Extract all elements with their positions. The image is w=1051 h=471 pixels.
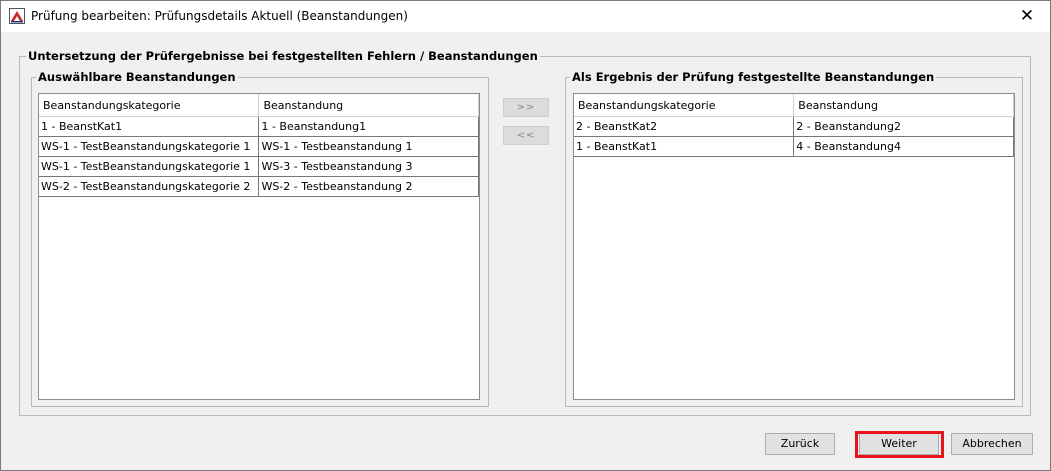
column-header-category[interactable]: Beanstandungskategorie (574, 94, 795, 117)
next-button-highlight (855, 431, 944, 458)
table-row[interactable]: WS-1 - TestBeanstandungskategorie 1 WS-1 … (39, 136, 479, 157)
table-row[interactable]: WS-2 - TestBeanstandungskategorie 2 WS-2 … (39, 176, 479, 197)
title-bar: Prüfung bearbeiten: Prüfungsdetails Aktu… (1, 1, 1050, 32)
cell-complaint[interactable]: 1 - Beanstandung1 (258, 116, 479, 137)
cell-category[interactable]: 2 - BeanstKat2 (574, 116, 795, 137)
cell-category[interactable]: WS-1 - TestBeanstandungskategorie 1 (39, 156, 260, 177)
outer-group-legend: Untersetzung der Prüfergebnisse bei fest… (26, 49, 540, 63)
cell-complaint[interactable]: WS-1 - Testbeanstandung 1 (258, 136, 479, 157)
selectable-table: Beanstandungskategorie Beanstandung 1 - … (38, 93, 480, 400)
cell-complaint[interactable]: 2 - Beanstandung2 (793, 116, 1014, 137)
selectable-group-legend: Auswählbare Beanstandungen (36, 70, 238, 84)
result-table: Beanstandungskategorie Beanstandung 2 - … (573, 93, 1015, 400)
result-group-legend: Als Ergebnis der Prüfung festgestellte B… (570, 70, 937, 84)
close-button[interactable]: ✕ (1004, 1, 1050, 32)
column-header-complaint[interactable]: Beanstandung (793, 94, 1014, 117)
dialog-window: Prüfung bearbeiten: Prüfungsdetails Aktu… (0, 0, 1051, 471)
cell-complaint[interactable]: WS-3 - Testbeanstandung 3 (258, 156, 479, 177)
column-header-complaint[interactable]: Beanstandung (258, 94, 479, 117)
cell-category[interactable]: 1 - BeanstKat1 (39, 116, 260, 137)
cancel-button[interactable]: Abbrechen (951, 433, 1033, 455)
add-button[interactable]: >> (503, 98, 549, 117)
table-row[interactable]: 2 - BeanstKat2 2 - Beanstandung2 (574, 116, 1014, 137)
cell-complaint[interactable]: WS-2 - Testbeanstandung 2 (258, 176, 479, 197)
app-icon (9, 8, 25, 24)
table-header-row: Beanstandungskategorie Beanstandung (39, 94, 479, 117)
cell-category[interactable]: 1 - BeanstKat1 (574, 136, 795, 157)
table-header-row: Beanstandungskategorie Beanstandung (574, 94, 1014, 117)
cell-category[interactable]: WS-1 - TestBeanstandungskategorie 1 (39, 136, 260, 157)
close-icon: ✕ (1019, 6, 1035, 26)
result-grid: Beanstandungskategorie Beanstandung 2 - … (574, 94, 1014, 157)
table-row[interactable]: 1 - BeanstKat1 4 - Beanstandung4 (574, 136, 1014, 157)
cell-complaint[interactable]: 4 - Beanstandung4 (793, 136, 1014, 157)
column-header-category[interactable]: Beanstandungskategorie (39, 94, 260, 117)
window-title: Prüfung bearbeiten: Prüfungsdetails Aktu… (31, 9, 408, 23)
selectable-grid: Beanstandungskategorie Beanstandung 1 - … (39, 94, 479, 197)
back-button[interactable]: Zurück (765, 433, 835, 455)
table-row[interactable]: WS-1 - TestBeanstandungskategorie 1 WS-3 … (39, 156, 479, 177)
table-row[interactable]: 1 - BeanstKat1 1 - Beanstandung1 (39, 116, 479, 137)
cell-category[interactable]: WS-2 - TestBeanstandungskategorie 2 (39, 176, 260, 197)
remove-button[interactable]: << (503, 126, 549, 145)
